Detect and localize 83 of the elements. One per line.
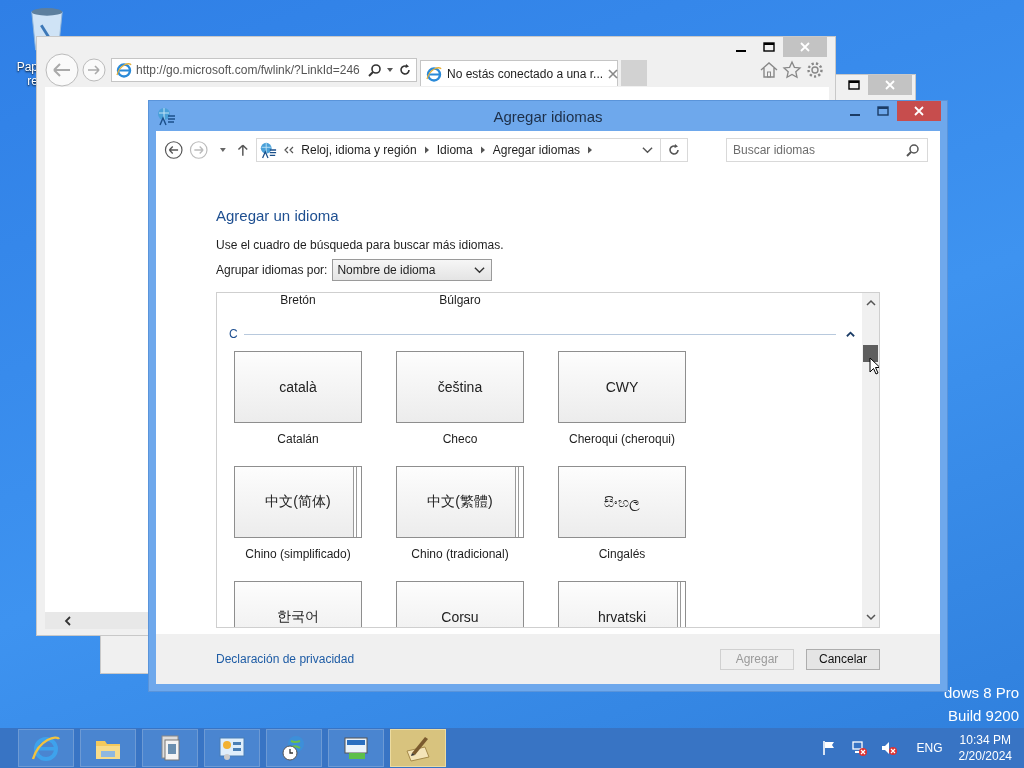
language-icon: [156, 106, 176, 126]
speaker-muted-icon[interactable]: [880, 740, 897, 756]
mouse-cursor-icon: [869, 357, 879, 375]
clock-time[interactable]: 10:34 PM: [959, 732, 1011, 748]
scrollbar[interactable]: [862, 293, 879, 627]
close-icon: [884, 80, 896, 90]
dialog-button[interactable]: Cancelar: [806, 648, 880, 670]
language-name: Cheroqui (cheroqui): [568, 432, 676, 446]
breadcrumb-item[interactable]: Reloj, idioma y región: [301, 143, 417, 157]
maximize-icon: [763, 42, 775, 52]
separator-arrow-icon[interactable]: [479, 146, 486, 154]
window-title: Agregar idiomas: [493, 108, 603, 125]
taskbar-button[interactable]: [266, 729, 322, 767]
maximize-icon: [877, 106, 889, 116]
language-tile[interactable]: 中文(繁體): [396, 466, 524, 538]
language-tile[interactable]: Corsu: [396, 581, 524, 627]
scroll-down-icon[interactable]: [865, 613, 876, 621]
section-letter: C: [229, 327, 238, 341]
group-by-label: Agrupar idiomas por:: [216, 263, 328, 277]
language-tile[interactable]: 한국어: [234, 581, 362, 627]
refresh-icon: [667, 143, 681, 157]
scroll-up-icon[interactable]: [865, 299, 876, 307]
overflow-chevron-icon[interactable]: [284, 146, 295, 154]
scroll-thumb[interactable]: [863, 345, 878, 362]
collapse-caret-icon[interactable]: [846, 331, 855, 337]
search-icon[interactable]: [906, 143, 920, 157]
group-by-dropdown[interactable]: Nombre de idioma: [332, 259, 493, 281]
network-error-icon[interactable]: [850, 740, 867, 756]
browser-logo-icon: [116, 62, 132, 78]
watermark-text: Build 9200: [948, 707, 1019, 724]
up-arrow-icon[interactable]: [236, 143, 249, 157]
separator-arrow-icon[interactable]: [423, 146, 430, 154]
minimize-icon: [850, 113, 860, 116]
language-name: Chino (tradicional): [411, 547, 509, 561]
taskbar-button[interactable]: [204, 729, 260, 767]
taskbar-button[interactable]: [328, 729, 384, 767]
address-bar[interactable]: http://go.microsoft.com/fwlink/?LinkId=246: [111, 58, 417, 82]
input-language-indicator[interactable]: ENG: [916, 741, 943, 755]
close-button[interactable]: [897, 101, 941, 121]
taskbar-button[interactable]: [142, 729, 198, 767]
browser-logo-icon: [31, 733, 61, 763]
browser-logo-icon: [426, 65, 442, 82]
language-tile[interactable]: català: [234, 351, 362, 423]
scroll-left-icon[interactable]: [63, 615, 73, 626]
clock-date[interactable]: 2/20/2024: [958, 748, 1012, 764]
breadcrumb-bar[interactable]: Reloj, idioma y región Idioma Agregar idiomas: [256, 138, 688, 162]
browser-tab[interactable]: No estás conectado a una r...: [420, 60, 618, 86]
watermark-text: dows 8 Pro: [943, 684, 1019, 701]
language-name: Catalán: [277, 432, 319, 446]
language-name: Cingalés: [598, 547, 646, 561]
close-icon: [913, 106, 925, 116]
language-name: Bretón: [279, 293, 317, 307]
history-dropdown-icon[interactable]: [218, 146, 227, 154]
dropdown-chevron-icon[interactable]: [642, 146, 653, 154]
refresh-icon[interactable]: [398, 63, 412, 77]
language-tile[interactable]: CWY: [558, 351, 686, 423]
instruction-text: Use el cuadro de búsqueda para buscar más idiomas.: [216, 238, 505, 252]
breadcrumb-item[interactable]: Agregar idiomas: [492, 143, 581, 157]
page-heading: Agregar un idioma: [216, 207, 340, 224]
search-icon[interactable]: [368, 63, 382, 77]
star-icon[interactable]: [782, 60, 802, 80]
language-name: Checo: [442, 432, 478, 446]
language-icon: [259, 141, 278, 159]
language-tile[interactable]: 中文(简体): [234, 466, 362, 538]
minimize-icon: [736, 49, 746, 52]
privacy-link[interactable]: Declaración de privacidad: [216, 652, 355, 666]
flag-icon[interactable]: [820, 740, 837, 756]
close-icon: [799, 42, 811, 52]
language-tile[interactable]: čeština: [396, 351, 524, 423]
breadcrumb-item[interactable]: Idioma: [436, 143, 473, 157]
maximize-icon: [848, 80, 860, 90]
language-tile[interactable]: hrvatski: [558, 581, 686, 627]
close-icon[interactable]: [608, 68, 619, 79]
separator-arrow-icon[interactable]: [587, 146, 594, 154]
icon-label: Pap: [16, 60, 38, 74]
dropdown-chevron-icon: [474, 266, 486, 274]
language-name: Búlgaro: [438, 293, 482, 307]
settings-icon[interactable]: [805, 60, 825, 80]
language-name: Chino (simplificado): [245, 547, 351, 561]
search-field[interactable]: Buscar idiomas: [726, 138, 928, 162]
back-button[interactable]: [164, 140, 184, 160]
language-tile[interactable]: සිංහල: [558, 466, 686, 538]
taskbar-button[interactable]: [80, 729, 136, 767]
